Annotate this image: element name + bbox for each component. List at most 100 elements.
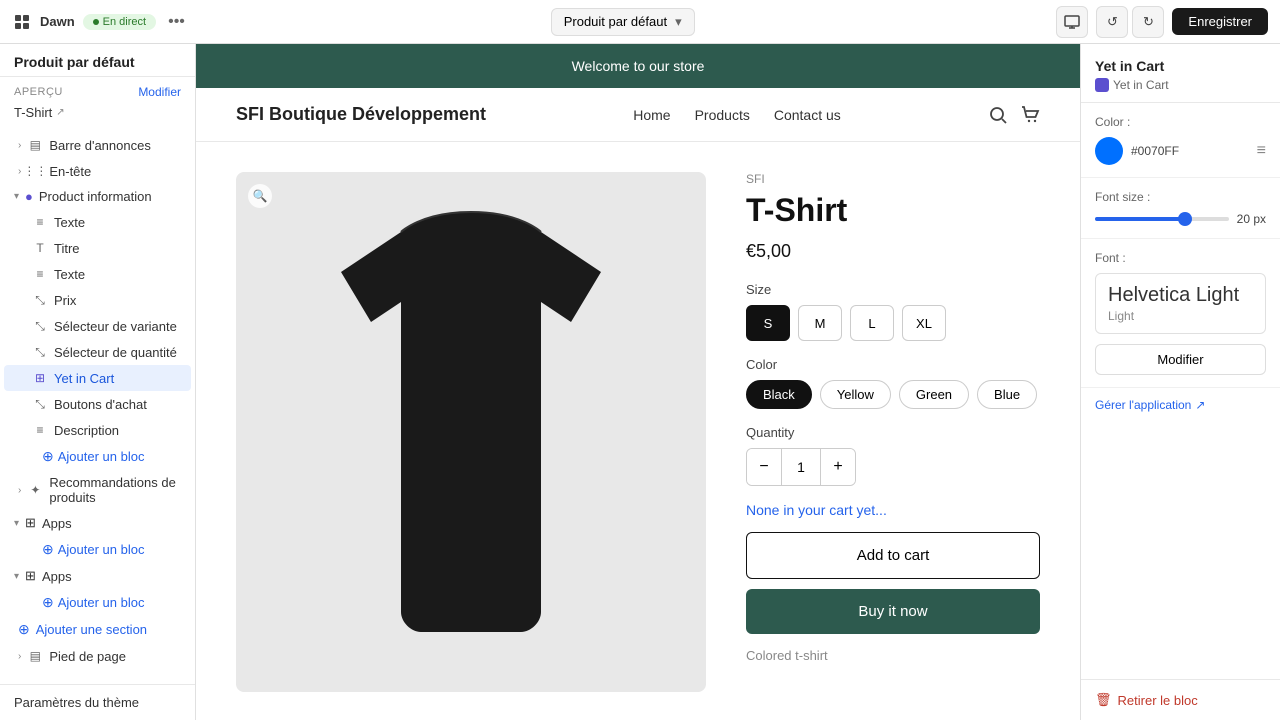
redo-btn[interactable]: ↻ xyxy=(1132,6,1164,38)
nav-links: Home Products Contact us xyxy=(633,107,841,123)
sidebar-item-description[interactable]: ≡ Description xyxy=(4,417,191,443)
tshirt-label: T-Shirt xyxy=(14,105,52,120)
add-block-label-2: Ajouter un bloc xyxy=(58,542,145,557)
save-button[interactable]: Enregistrer xyxy=(1172,8,1268,35)
sidebar-item-texte2[interactable]: ≡ Texte xyxy=(4,261,191,287)
colored-tshirt-text: Colored t-shirt xyxy=(746,648,1040,663)
quantity-increase-btn[interactable]: + xyxy=(821,449,855,485)
store-preview: Welcome to our store SFI Boutique Dévelo… xyxy=(196,44,1080,720)
sidebar-item-yet-in-cart[interactable]: ⊞ Yet in Cart xyxy=(4,365,191,391)
tshirt-row: T-Shirt ↗ xyxy=(0,103,195,128)
cart-icon[interactable] xyxy=(1020,105,1040,125)
theme-selector[interactable]: Produit par défaut ▾ xyxy=(551,8,695,36)
sidebar-item-entete[interactable]: › ⋮⋮ En-tête xyxy=(4,158,191,184)
undo-btn[interactable]: ↺ xyxy=(1096,6,1128,38)
font-modifier-btn[interactable]: Modifier xyxy=(1095,344,1266,375)
color-value: #0070FF xyxy=(1131,144,1179,158)
store-nav: SFI Boutique Développement Home Products… xyxy=(196,88,1080,142)
sidebar-item-quantite[interactable]: ⤡ Sélecteur de quantité xyxy=(4,339,191,365)
quantity-control: − 1 + xyxy=(746,448,856,486)
main-layout: Produit par défaut APERÇU Modifier T-Shi… xyxy=(0,44,1280,720)
apps2-label: Apps xyxy=(42,569,72,584)
product-info-icon: ● xyxy=(25,189,33,204)
monitor-icon[interactable] xyxy=(1056,6,1088,38)
nav-link-contact[interactable]: Contact us xyxy=(774,107,841,123)
quantite-label: Sélecteur de quantité xyxy=(54,345,177,360)
sidebar-item-product-info[interactable]: ▾ ● Product information xyxy=(0,184,195,209)
nav-link-products[interactable]: Products xyxy=(695,107,750,123)
color-more-btn[interactable]: ≡ xyxy=(1257,142,1266,160)
buy-now-btn[interactable]: Buy it now xyxy=(746,589,1040,634)
sidebar-item-titre[interactable]: T Titre xyxy=(4,235,191,261)
color-btn-yellow[interactable]: Yellow xyxy=(820,380,891,409)
sidebar-item-apps2[interactable]: ▾ ⊞ Apps xyxy=(0,563,195,589)
plus-icon: ⊕ xyxy=(42,448,54,465)
color-btn-black[interactable]: Black xyxy=(746,380,812,409)
quantity-label: Quantity xyxy=(746,425,1040,440)
add-block-btn-1[interactable]: ⊕ Ajouter un bloc xyxy=(0,443,195,470)
app-icon xyxy=(1095,78,1109,92)
texte1-label: Texte xyxy=(54,215,85,230)
texte2-icon: ≡ xyxy=(32,266,48,282)
add-section-btn[interactable]: ⊕ Ajouter une section xyxy=(4,616,191,643)
modifier-link[interactable]: Modifier xyxy=(138,85,181,99)
sidebar-item-pied[interactable]: › ▤ Pied de page xyxy=(4,643,191,669)
right-font-section: Font : Helvetica Light Light Modifier xyxy=(1081,239,1280,388)
add-block-label-1: Ajouter un bloc xyxy=(58,449,145,464)
store-logo: SFI Boutique Développement xyxy=(236,104,486,125)
yet-in-cart-icon: ⊞ xyxy=(32,370,48,386)
color-btn-blue[interactable]: Blue xyxy=(977,380,1037,409)
zoom-icon[interactable]: 🔍 xyxy=(248,184,272,208)
add-section-label: Ajouter une section xyxy=(36,622,147,637)
size-label: Size xyxy=(746,282,1040,297)
prix-label: Prix xyxy=(54,293,76,308)
description-label: Description xyxy=(54,423,119,438)
sidebar-item-recommendations[interactable]: › ✦ Recommandations de produits xyxy=(4,470,191,510)
more-options-btn[interactable]: ••• xyxy=(164,9,189,35)
sidebar-item-barre[interactable]: › ▤ Barre d'annonces xyxy=(4,132,191,158)
color-swatch[interactable] xyxy=(1095,137,1123,165)
sidebar-item-texte1[interactable]: ≡ Texte xyxy=(4,209,191,235)
font-size-row: 20 px xyxy=(1095,212,1266,226)
sidebar-item-prix[interactable]: ⤡ Prix xyxy=(4,287,191,313)
top-bar: Dawn En direct ••• Produit par défaut ▾ … xyxy=(0,0,1280,44)
font-size-value: 20 px xyxy=(1237,212,1266,226)
size-btn-xl[interactable]: XL xyxy=(902,305,946,341)
color-options: Black Yellow Green Blue xyxy=(746,380,1040,409)
chevron-down-icon: ▾ xyxy=(14,191,19,202)
apps1-label: Apps xyxy=(42,516,72,531)
product-info-label: Product information xyxy=(39,189,152,204)
grid-icon[interactable] xyxy=(12,12,32,32)
product-price: €5,00 xyxy=(746,241,1040,262)
status-label: En direct xyxy=(103,16,146,28)
size-btn-s[interactable]: S xyxy=(746,305,790,341)
remove-bloc-btn[interactable]: 🗑 Retirer le bloc xyxy=(1081,679,1280,720)
size-btn-l[interactable]: L xyxy=(850,305,894,341)
sidebar-item-boutons[interactable]: ⤡ Boutons d'achat xyxy=(4,391,191,417)
add-block-label-3: Ajouter un bloc xyxy=(58,595,145,610)
product-image-container: 🔍 xyxy=(236,172,706,692)
right-panel-subtitle-text: Yet in Cart xyxy=(1113,78,1169,92)
chevron-down-icon: ▾ xyxy=(14,518,19,529)
app-link[interactable]: Gérer l'application ↗ xyxy=(1081,388,1280,422)
apercu-label: APERÇU xyxy=(14,86,63,98)
nav-link-home[interactable]: Home xyxy=(633,107,670,123)
barre-icon: ▤ xyxy=(27,137,43,153)
add-block-btn-2[interactable]: ⊕ Ajouter un bloc xyxy=(0,536,195,563)
external-link-icon: ↗ xyxy=(56,107,64,118)
search-icon[interactable] xyxy=(988,105,1008,125)
chevron-down-icon: ▾ xyxy=(14,571,19,582)
sidebar-item-apps1[interactable]: ▾ ⊞ Apps xyxy=(0,510,195,536)
add-block-btn-3[interactable]: ⊕ Ajouter un bloc xyxy=(0,589,195,616)
sidebar-item-variante[interactable]: ⤡ Sélecteur de variante xyxy=(4,313,191,339)
quantity-value: 1 xyxy=(781,449,821,485)
size-btn-m[interactable]: M xyxy=(798,305,842,341)
font-size-slider[interactable] xyxy=(1095,217,1229,221)
pied-label: Pied de page xyxy=(49,649,126,664)
settings-link[interactable]: Paramètres du thème xyxy=(14,695,139,710)
font-display: Helvetica Light Light xyxy=(1095,273,1266,334)
color-btn-green[interactable]: Green xyxy=(899,380,969,409)
add-to-cart-btn[interactable]: Add to cart xyxy=(746,532,1040,579)
right-font-size-section: Font size : 20 px xyxy=(1081,178,1280,239)
quantity-decrease-btn[interactable]: − xyxy=(747,449,781,485)
